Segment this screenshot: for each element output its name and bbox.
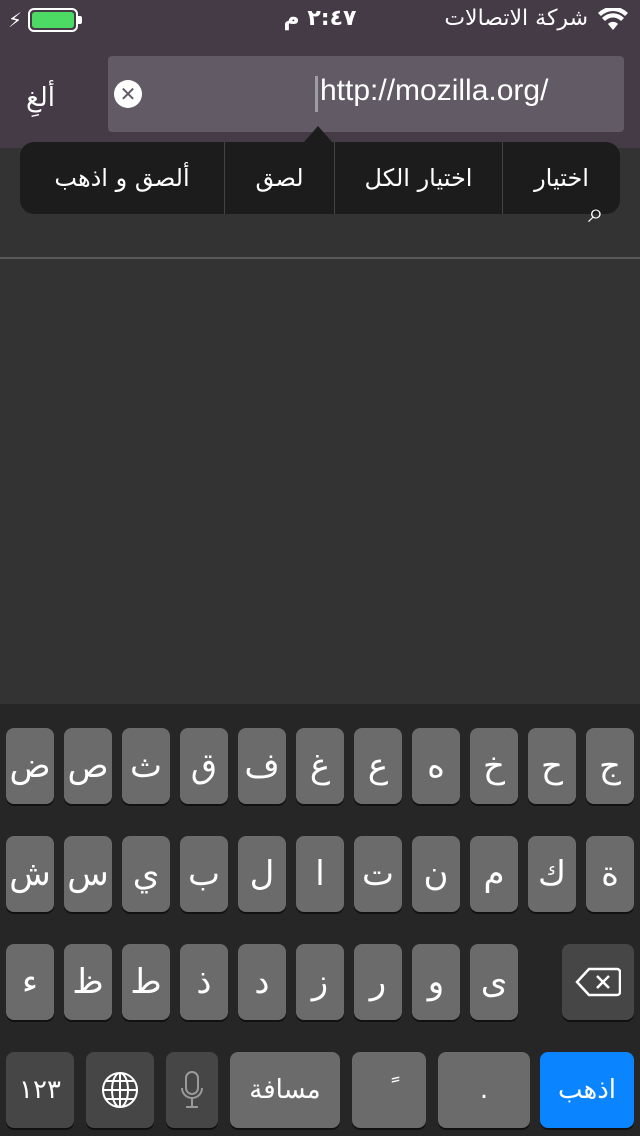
key-letter[interactable]: ظ bbox=[64, 944, 112, 1020]
key-letter[interactable]: ى bbox=[470, 944, 518, 1020]
key-letter[interactable]: خ bbox=[470, 728, 518, 804]
key-letter[interactable]: ز bbox=[296, 944, 344, 1020]
key-letter[interactable]: ب bbox=[180, 836, 228, 912]
key-letter[interactable]: ج bbox=[586, 728, 634, 804]
globe-key[interactable] bbox=[86, 1052, 154, 1128]
key-letter[interactable]: ي bbox=[122, 836, 170, 912]
diacritic-key[interactable]: ً bbox=[352, 1052, 426, 1128]
menu-item-select-all[interactable]: اختيار الكل bbox=[334, 142, 502, 214]
key-letter[interactable]: ك bbox=[528, 836, 576, 912]
key-letter[interactable]: ث bbox=[122, 728, 170, 804]
key-letter[interactable]: ت bbox=[354, 836, 402, 912]
key-letter[interactable]: ض bbox=[6, 728, 54, 804]
url-input[interactable]: ✕ http://mozilla.org/ bbox=[108, 56, 624, 132]
key-letter[interactable]: ح bbox=[528, 728, 576, 804]
go-key[interactable]: اذهب bbox=[540, 1052, 634, 1128]
wifi-icon bbox=[598, 7, 628, 30]
dictation-key[interactable] bbox=[166, 1052, 218, 1128]
carrier-name: شركة الاتصالات bbox=[444, 6, 588, 31]
key-letter[interactable]: ق bbox=[180, 728, 228, 804]
key-letter[interactable]: ه bbox=[412, 728, 460, 804]
key-letter[interactable]: ف bbox=[238, 728, 286, 804]
key-letter[interactable]: ل bbox=[238, 836, 286, 912]
key-letter[interactable]: ء bbox=[6, 944, 54, 1020]
numbers-key[interactable]: ١٢٣ bbox=[6, 1052, 74, 1128]
space-key[interactable]: مسافة bbox=[230, 1052, 340, 1128]
backspace-key[interactable] bbox=[562, 944, 634, 1020]
status-bar: ⚡ ٢:٤٧ م شركة الاتصالات bbox=[0, 0, 640, 40]
period-key[interactable]: . bbox=[438, 1052, 530, 1128]
key-letter[interactable]: د bbox=[238, 944, 286, 1020]
clear-text-icon[interactable]: ✕ bbox=[114, 80, 142, 108]
keyboard: جحخهعغفقثصض ةكمنتالبيسش ىورزدذطظء ١٢٣ مسافةً… bbox=[0, 704, 640, 1136]
menu-item-paste-and-go[interactable]: ألصق و اذهب bbox=[20, 142, 224, 214]
key-letter[interactable]: ن bbox=[412, 836, 460, 912]
key-letter[interactable]: ش bbox=[6, 836, 54, 912]
key-letter[interactable]: ذ bbox=[180, 944, 228, 1020]
divider bbox=[0, 257, 640, 259]
search-icon: ⌕ bbox=[588, 196, 604, 229]
microphone-icon bbox=[181, 1071, 203, 1108]
key-letter[interactable]: س bbox=[64, 836, 112, 912]
text-cursor bbox=[315, 76, 318, 112]
key-letter[interactable]: ر bbox=[354, 944, 402, 1020]
status-right: شركة الاتصالات bbox=[444, 6, 628, 31]
url-text: http://mozilla.org/ bbox=[320, 74, 549, 107]
key-letter[interactable]: ا bbox=[296, 836, 344, 912]
key-letter[interactable]: ط bbox=[122, 944, 170, 1020]
globe-icon bbox=[102, 1072, 138, 1108]
key-letter[interactable]: ة bbox=[586, 836, 634, 912]
key-letter[interactable]: و bbox=[412, 944, 460, 1020]
key-letter[interactable]: غ bbox=[296, 728, 344, 804]
backspace-icon bbox=[575, 967, 621, 997]
key-letter[interactable]: م bbox=[470, 836, 518, 912]
cancel-button[interactable]: ألغِ bbox=[26, 80, 96, 116]
menu-item-paste[interactable]: لصق bbox=[224, 142, 334, 214]
key-letter[interactable]: ص bbox=[64, 728, 112, 804]
context-menu-arrow bbox=[304, 126, 332, 142]
key-letter[interactable]: ع bbox=[354, 728, 402, 804]
context-menu: اختيار اختيار الكل لصق ألصق و اذهب bbox=[20, 142, 620, 214]
